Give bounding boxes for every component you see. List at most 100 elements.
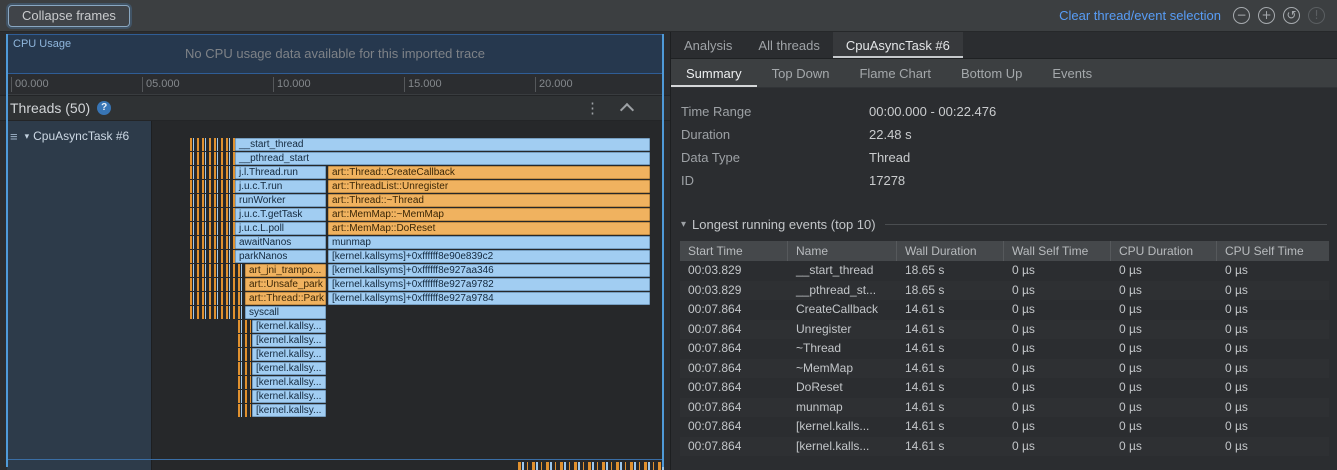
events-section-header[interactable]: ▾ Longest running events (top 10) xyxy=(681,216,1327,232)
flame-bar[interactable]: munmap xyxy=(328,236,650,249)
info-label-time-range: Time Range xyxy=(681,104,869,119)
table-row[interactable]: 00:07.864~Thread14.61 s0 µs0 µs0 µs xyxy=(680,339,1329,359)
flame-bar[interactable]: parkNanos xyxy=(235,250,326,263)
zoom-to-selection-icon[interactable]: ! xyxy=(1308,7,1325,24)
drag-handle-icon[interactable]: ≡ xyxy=(10,129,18,144)
flame-bar[interactable]: [kernel.kallsy... xyxy=(252,334,326,347)
flame-bar[interactable]: [kernel.kallsy... xyxy=(252,376,326,389)
table-row[interactable]: 00:07.864[kernel.kalls...14.61 s0 µs0 µs… xyxy=(680,437,1329,457)
flame-bar[interactable]: [kernel.kallsyms]+0xffffff8e90e839c2 xyxy=(328,250,650,263)
column-header-cpu-self-time[interactable]: CPU Self Time xyxy=(1217,241,1329,261)
flame-bar[interactable]: [kernel.kallsy... xyxy=(252,320,326,333)
table-row[interactable]: 00:03.829__pthread_st...18.65 s0 µs0 µs0… xyxy=(680,281,1329,301)
flame-row: j.u.c.L.pollart::MemMap::DoReset xyxy=(152,222,663,235)
tab-all-threads[interactable]: All threads xyxy=(745,32,832,58)
table-cell: 18.65 s xyxy=(897,281,1004,301)
subtab-top-down[interactable]: Top Down xyxy=(757,59,845,87)
thread-row[interactable]: ≡ ▾ CpuAsyncTask #6 xyxy=(7,127,151,145)
subtab-events[interactable]: Events xyxy=(1037,59,1107,87)
flame-bar[interactable]: j.l.Thread.run xyxy=(235,166,326,179)
more-options-icon[interactable]: ⋮ xyxy=(585,101,600,116)
flame-bar[interactable]: runWorker xyxy=(235,194,326,207)
table-row[interactable]: 00:07.864Unregister14.61 s0 µs0 µs0 µs xyxy=(680,320,1329,340)
table-row[interactable]: 00:07.864munmap14.61 s0 µs0 µs0 µs xyxy=(680,398,1329,418)
table-cell: 0 µs xyxy=(1111,398,1217,418)
table-row[interactable]: 00:03.829__start_thread18.65 s0 µs0 µs0 … xyxy=(680,261,1329,281)
column-header-start-time[interactable]: Start Time xyxy=(680,241,788,261)
collapse-chevron-icon[interactable] xyxy=(620,103,634,117)
table-cell: 0 µs xyxy=(1217,300,1329,320)
flame-row: [kernel.kallsy... xyxy=(152,390,663,403)
flame-bar[interactable]: __start_thread xyxy=(235,138,650,151)
zoom-controls: −+ ↺! xyxy=(1233,7,1325,24)
flame-bar[interactable]: art::ThreadList::Unregister xyxy=(328,180,650,193)
cpu-usage-track[interactable]: CPU Usage No CPU usage data available fo… xyxy=(7,34,663,74)
table-cell: __pthread_st... xyxy=(788,281,897,301)
table-cell: 0 µs xyxy=(1004,300,1111,320)
flame-bar[interactable]: [kernel.kallsyms]+0xffffff8e927a9784 xyxy=(328,292,650,305)
column-header-wall-self-time[interactable]: Wall Self Time xyxy=(1004,241,1111,261)
flame-bar[interactable]: awaitNanos xyxy=(235,236,326,249)
table-cell: 00:03.829 xyxy=(680,281,788,301)
selection-range-right-handle[interactable] xyxy=(662,34,664,467)
timeline-ruler[interactable]: 00.00005.00010.00015.00020.000 xyxy=(7,74,663,95)
info-label-duration: Duration xyxy=(681,127,869,142)
zoom-out-icon[interactable]: − xyxy=(1233,7,1250,24)
table-row[interactable]: 00:07.864DoReset14.61 s0 µs0 µs0 µs xyxy=(680,378,1329,398)
table-cell: DoReset xyxy=(788,378,897,398)
flame-bar[interactable]: j.u.c.T.run xyxy=(235,180,326,193)
flame-bar[interactable]: [kernel.kallsy... xyxy=(252,348,326,361)
table-cell: 14.61 s xyxy=(897,359,1004,379)
details-tabs: AnalysisAll threadsCpuAsyncTask #6 xyxy=(671,32,1337,59)
flame-row: __start_thread xyxy=(152,138,663,151)
column-header-wall-duration[interactable]: Wall Duration xyxy=(897,241,1004,261)
help-icon[interactable]: ? xyxy=(97,101,111,115)
summary-info: Time Range00:00.000 - 00:22.476Duration2… xyxy=(681,100,1337,192)
table-cell: 0 µs xyxy=(1217,261,1329,281)
flame-bar[interactable]: art_jni_trampo... xyxy=(245,264,326,277)
flame-bar[interactable]: [kernel.kallsyms]+0xffffff8e927aa346 xyxy=(328,264,650,277)
summary-info-row: Data TypeThread xyxy=(681,146,1337,169)
flame-bar[interactable]: art::Thread::~Thread xyxy=(328,194,650,207)
column-header-cpu-duration[interactable]: CPU Duration xyxy=(1111,241,1217,261)
flame-bar[interactable]: art::MemMap::~MemMap xyxy=(328,208,650,221)
flame-bar[interactable]: art::Thread::CreateCallback xyxy=(328,166,650,179)
flame-bar[interactable]: __pthread_start xyxy=(235,152,650,165)
threads-header: Threads (50) ? ⋮ xyxy=(0,95,670,121)
reset-zoom-icon[interactable]: ↺ xyxy=(1283,7,1300,24)
flame-bar[interactable]: art::MemMap::DoReset xyxy=(328,222,650,235)
zoom-in-icon[interactable]: + xyxy=(1258,7,1275,24)
table-row[interactable]: 00:07.864CreateCallback14.61 s0 µs0 µs0 … xyxy=(680,300,1329,320)
flame-noise-strip xyxy=(190,306,244,319)
collapse-frames-button[interactable]: Collapse frames xyxy=(8,5,130,27)
table-cell: 0 µs xyxy=(1217,281,1329,301)
next-thread-track xyxy=(7,459,663,470)
flame-bar[interactable]: j.u.c.L.poll xyxy=(235,222,326,235)
expand-caret-icon[interactable]: ▾ xyxy=(25,131,30,142)
flame-bar[interactable]: art::Unsafe_park xyxy=(245,278,326,291)
clear-selection-link[interactable]: Clear thread/event selection xyxy=(1059,8,1221,23)
flame-bar[interactable]: [kernel.kallsy... xyxy=(252,390,326,403)
table-cell: 0 µs xyxy=(1004,417,1111,437)
flame-row: __pthread_start xyxy=(152,152,663,165)
tab-cpuasynctask-6[interactable]: CpuAsyncTask #6 xyxy=(833,32,963,58)
flame-noise-strip xyxy=(238,334,251,347)
section-divider xyxy=(885,224,1327,225)
table-row[interactable]: 00:07.864[kernel.kalls...14.61 s0 µs0 µs… xyxy=(680,417,1329,437)
flame-noise-strip xyxy=(190,180,235,193)
flame-bar[interactable]: j.u.c.T.getTask xyxy=(235,208,326,221)
subtab-bottom-up[interactable]: Bottom Up xyxy=(946,59,1037,87)
flame-bar[interactable]: [kernel.kallsy... xyxy=(252,404,326,417)
flame-noise-strip xyxy=(190,278,244,291)
subtab-flame-chart[interactable]: Flame Chart xyxy=(844,59,946,87)
events-table: Start TimeNameWall DurationWall Self Tim… xyxy=(680,241,1329,456)
tab-analysis[interactable]: Analysis xyxy=(671,32,745,58)
column-header-name[interactable]: Name xyxy=(788,241,897,261)
flame-bar[interactable]: art::Thread::Park xyxy=(245,292,326,305)
subtab-summary[interactable]: Summary xyxy=(671,59,757,87)
flame-bar[interactable]: [kernel.kallsyms]+0xffffff8e927a9782 xyxy=(328,278,650,291)
flame-bar[interactable]: syscall xyxy=(245,306,326,319)
selection-range-left-handle[interactable] xyxy=(6,34,8,467)
table-row[interactable]: 00:07.864~MemMap14.61 s0 µs0 µs0 µs xyxy=(680,359,1329,379)
flame-bar[interactable]: [kernel.kallsy... xyxy=(252,362,326,375)
